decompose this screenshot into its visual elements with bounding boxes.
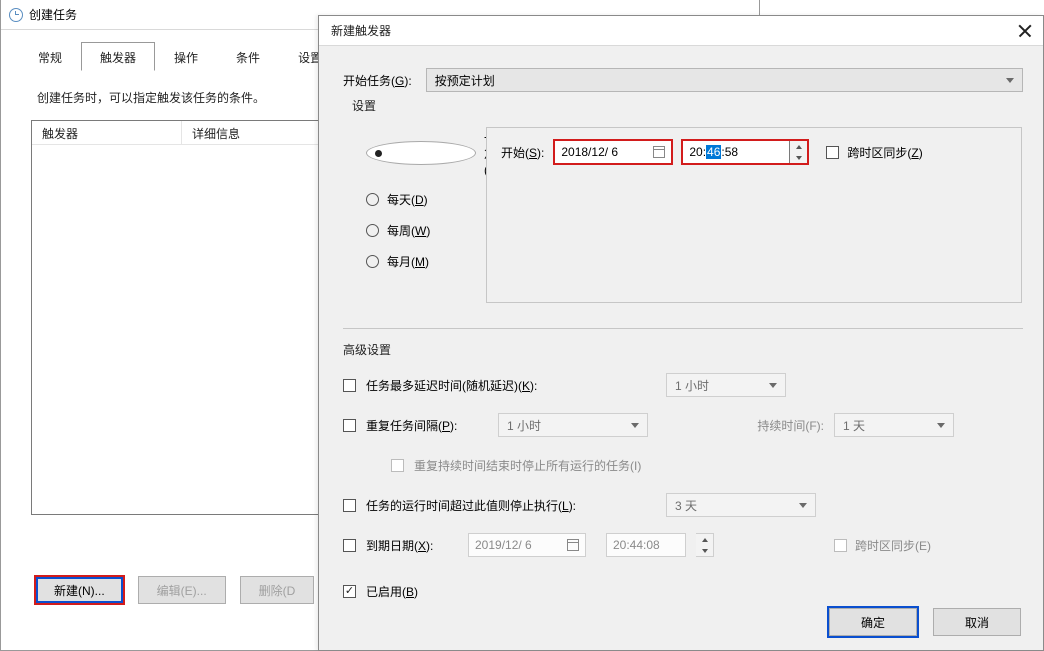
- start-date-value: 2018/12/ 6: [561, 145, 618, 159]
- expire-label: 到期日期(X):: [366, 537, 458, 554]
- repeat-label: 重复任务间隔(P):: [366, 417, 488, 434]
- time-spinner[interactable]: [790, 140, 808, 164]
- duration-select: 1 天: [834, 413, 954, 437]
- delete-trigger-button: 删除(D: [240, 576, 315, 604]
- radio-icon: [366, 255, 379, 268]
- stop-if-longer-checkbox[interactable]: [343, 499, 356, 512]
- close-icon[interactable]: [1017, 23, 1033, 39]
- begin-task-row: 开始任务(G): 按预定计划: [319, 46, 1043, 98]
- spin-up[interactable]: [790, 141, 807, 152]
- calendar-icon: [567, 539, 579, 551]
- expire-sync-checkbox: 跨时区同步(E): [834, 537, 931, 554]
- begin-task-combo[interactable]: 按预定计划: [426, 68, 1023, 92]
- stop-if-longer-select: 3 天: [666, 493, 816, 517]
- stop-after-repeat-label: 重复持续时间结束时停止所有运行的任务(I): [414, 457, 641, 474]
- radio-icon: [366, 193, 379, 206]
- dialog-titlebar: 新建触发器: [319, 16, 1043, 46]
- enabled-checkbox[interactable]: [343, 585, 356, 598]
- advanced-group: 高级设置 任务最多延迟时间(随机延迟)(K): 1 小时 重复任务间隔(P): …: [319, 329, 1043, 604]
- dialog-buttons: 确定 取消: [829, 608, 1021, 636]
- list-buttons: 新建(N)... 编辑(E)... 删除(D: [35, 576, 314, 604]
- begin-task-label: 开始任务(G):: [343, 72, 412, 89]
- expire-date-input: 2019/12/ 6: [468, 533, 586, 557]
- stop-if-longer-label: 任务的运行时间超过此值则停止执行(L):: [366, 497, 656, 514]
- enabled-row: 已启用(B): [343, 578, 1023, 604]
- start-time-value: 20:46:58: [689, 145, 738, 159]
- checkbox-icon: [834, 539, 847, 552]
- radio-weekly[interactable]: 每周(W): [366, 222, 462, 239]
- radio-monthly[interactable]: 每月(M): [366, 253, 462, 270]
- tab-general[interactable]: 常规: [19, 42, 81, 71]
- new-trigger-button[interactable]: 新建(N)...: [35, 576, 124, 604]
- tab-triggers[interactable]: 触发器: [81, 42, 155, 71]
- stop-after-repeat-row: 重复持续时间结束时停止所有运行的任务(I): [343, 452, 1023, 478]
- random-delay-checkbox[interactable]: [343, 379, 356, 392]
- stop-after-repeat-checkbox: [391, 459, 404, 472]
- clock-icon: [9, 8, 23, 22]
- chevron-down-icon: [769, 383, 777, 388]
- expire-time-spinner: [696, 533, 714, 557]
- enabled-label: 已启用(B): [366, 583, 418, 600]
- chevron-down-icon: [702, 549, 708, 553]
- chevron-down-icon: [631, 423, 639, 428]
- random-delay-select: 1 小时: [666, 373, 786, 397]
- radio-once[interactable]: 一次(N): [366, 129, 462, 177]
- repeat-row: 重复任务间隔(P): 1 小时 持续时间(F): 1 天: [343, 412, 1023, 438]
- expire-row: 到期日期(X): 2019/12/ 6 20:44:08 跨时区同步(E): [343, 532, 1023, 558]
- start-date-input[interactable]: 2018/12/ 6: [554, 140, 672, 164]
- chevron-down-icon: [799, 503, 807, 508]
- chevron-down-icon: [937, 423, 945, 428]
- start-time-input[interactable]: 20:46:58: [682, 140, 790, 164]
- expire-checkbox[interactable]: [343, 539, 356, 552]
- radio-daily[interactable]: 每天(D): [366, 191, 462, 208]
- chevron-up-icon: [796, 145, 802, 149]
- start-panel: 开始(S): 2018/12/ 6 20:46:58: [486, 127, 1022, 303]
- radio-icon: [366, 224, 379, 237]
- stop-if-longer-row: 任务的运行时间超过此值则停止执行(L): 3 天: [343, 492, 1023, 518]
- repeat-select: 1 小时: [498, 413, 648, 437]
- random-delay-label: 任务最多延迟时间(随机延迟)(K):: [366, 377, 656, 394]
- repeat-checkbox[interactable]: [343, 419, 356, 432]
- ok-button[interactable]: 确定: [829, 608, 917, 636]
- spin-down[interactable]: [790, 152, 807, 163]
- window-title: 创建任务: [29, 6, 77, 23]
- settings-group: 设置 一次(N) 每天(D) 每周(W) 每月(M): [343, 104, 1023, 314]
- settings-legend: 设置: [348, 97, 380, 114]
- chevron-up-icon: [702, 538, 708, 542]
- begin-task-value: 按预定计划: [435, 72, 495, 89]
- tab-conditions[interactable]: 条件: [217, 42, 279, 71]
- expire-time-input: 20:44:08: [606, 533, 686, 557]
- edit-trigger-button: 编辑(E)...: [138, 576, 226, 604]
- checkbox-icon: [826, 146, 839, 159]
- calendar-icon[interactable]: [653, 146, 665, 158]
- chevron-down-icon: [796, 156, 802, 160]
- cancel-button[interactable]: 取消: [933, 608, 1021, 636]
- new-trigger-dialog: 新建触发器 开始任务(G): 按预定计划 设置 一次(N) 每天(D): [318, 15, 1044, 651]
- dialog-title: 新建触发器: [331, 22, 391, 39]
- tab-actions[interactable]: 操作: [155, 42, 217, 71]
- radio-icon: [366, 141, 476, 165]
- duration-label: 持续时间(F):: [728, 417, 824, 434]
- col-trigger[interactable]: 触发器: [32, 121, 182, 144]
- sync-tz-checkbox[interactable]: 跨时区同步(Z): [826, 144, 922, 161]
- advanced-legend: 高级设置: [343, 341, 1023, 358]
- start-label: 开始(S):: [501, 144, 544, 161]
- random-delay-row: 任务最多延迟时间(随机延迟)(K): 1 小时: [343, 372, 1023, 398]
- chevron-down-icon: [1006, 78, 1014, 83]
- frequency-radios: 一次(N) 每天(D) 每周(W) 每月(M): [366, 127, 462, 303]
